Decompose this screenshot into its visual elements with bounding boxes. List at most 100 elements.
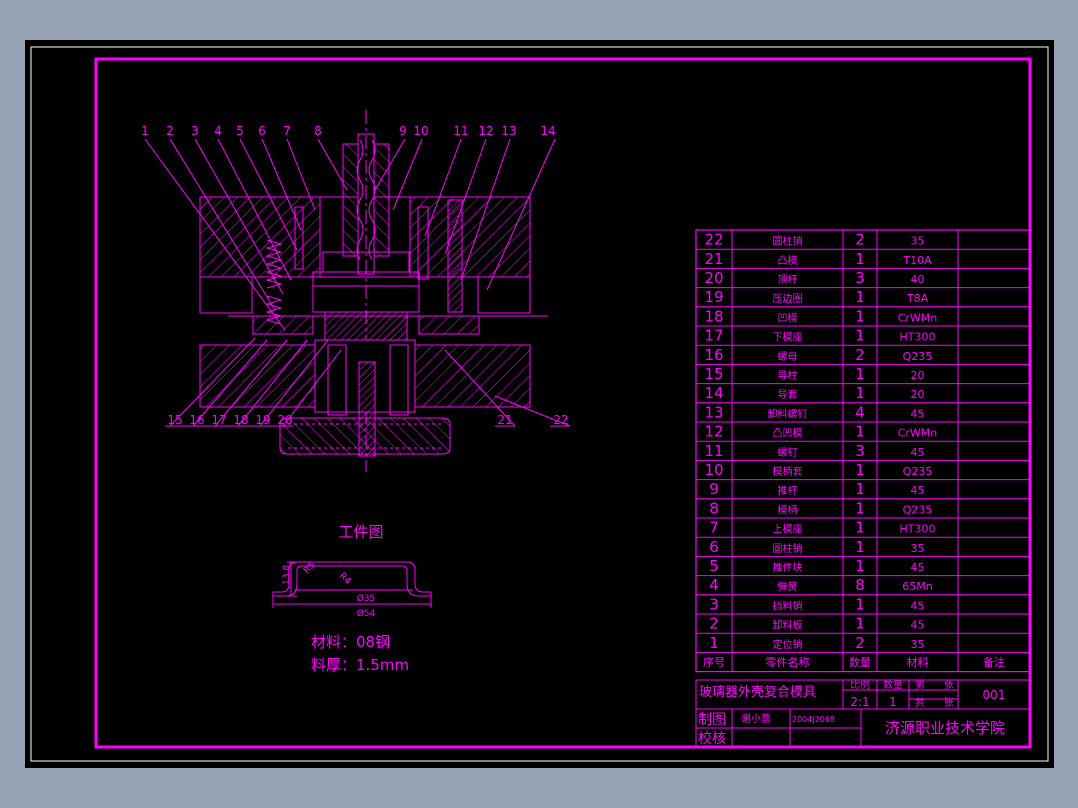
scale-value: 2:1 (850, 695, 869, 709)
callout-11: 11 (453, 124, 468, 138)
bom-qty-8: 1 (855, 499, 865, 517)
callout-19: 19 (255, 413, 270, 427)
callout-20: 20 (277, 413, 292, 427)
bom-name-5: 推件块 (773, 561, 803, 574)
bom-no-6: 6 (709, 538, 719, 556)
bom-material-11: 45 (911, 446, 925, 459)
callout-2: 2 (166, 124, 174, 138)
bom-name-16: 螺母 (778, 351, 798, 363)
bom-header-no: 序号 (703, 655, 725, 669)
bom-material-2: 45 (911, 619, 925, 632)
bom-no-8: 8 (709, 499, 719, 517)
callout-5: 5 (236, 124, 244, 138)
bom-qty-10: 1 (855, 461, 865, 479)
qty-label: 数量 (883, 678, 903, 691)
bom-material-3: 45 (911, 599, 925, 612)
callout-13: 13 (501, 124, 516, 138)
bom-qty-7: 1 (855, 519, 865, 537)
bom-material-17: HT300 (900, 331, 936, 344)
bom-no-19: 19 (704, 288, 723, 306)
bom-no-4: 4 (709, 576, 719, 594)
callout-16: 16 (189, 413, 204, 427)
bom-name-21: 凸模 (778, 255, 798, 267)
bom-qty-17: 1 (855, 327, 865, 345)
bom-material-12: CrWMn (898, 427, 938, 440)
bill-of-materials: 22 圆柱销 2 3521 凸模 1 T10A20 顶杆 3 4019 压边圈 1 T8A18 凹模 1 Cr… (695, 229, 1031, 673)
rubber-buffer (279, 417, 451, 455)
bom-name-15: 导柱 (778, 369, 798, 382)
callout-3: 3 (191, 124, 199, 138)
drawing-sheet: 1 2 3 4 5 6 7 8 9 10 11 12 13 14 15 16 17 18 19 20 21 22 工件图 … (25, 40, 1054, 768)
bom-name-14: 导套 (778, 388, 798, 401)
material-note: 材料：08钢 (311, 633, 390, 651)
bom-name-18: 凹模 (778, 312, 798, 324)
bom-no-15: 15 (704, 365, 723, 383)
bom-name-11: 螺钉 (778, 447, 798, 459)
bom-name-19: 压边圈 (773, 293, 803, 305)
bom-no-3: 3 (709, 595, 719, 613)
guide-bushing (447, 199, 463, 313)
dim-d2: Ø54 (357, 608, 376, 619)
bom-no-5: 5 (709, 557, 719, 575)
bom-material-18: CrWMn (898, 311, 938, 324)
bom-no-22: 22 (704, 231, 723, 249)
bom-name-3: 挡料销 (773, 599, 803, 612)
dim-r2: R4 (337, 571, 353, 587)
bom-qty-6: 1 (855, 538, 865, 556)
callout-4: 4 (214, 124, 222, 138)
bom-header-qty: 数量 (849, 656, 871, 669)
bom-qty-1: 2 (855, 634, 865, 652)
bom-material-21: T10A (902, 254, 932, 267)
dim-d1: Ø35 (357, 593, 376, 604)
callout-9: 9 (399, 124, 407, 138)
bom-no-2: 2 (709, 615, 719, 633)
bom-no-14: 14 (704, 384, 723, 402)
callout-7: 7 (283, 124, 291, 138)
bom-no-7: 7 (709, 519, 719, 537)
bom-material-10: Q235 (903, 465, 933, 478)
stripper-left (252, 315, 314, 335)
callout-17: 17 (211, 413, 226, 427)
callout-12: 12 (478, 124, 493, 138)
callout-22: 22 (553, 413, 568, 427)
workpiece-drawing (272, 561, 432, 608)
bom-name-9: 推杆 (778, 484, 798, 497)
bom-no-18: 18 (704, 307, 723, 325)
bom-qty-12: 1 (855, 423, 865, 441)
bom-material-22: 35 (911, 235, 925, 248)
bom-material-1: 35 (911, 638, 925, 651)
callout-1: 1 (141, 124, 149, 138)
sheet-label: 第 (915, 678, 925, 691)
total-unit: 张 (944, 697, 954, 709)
bom-material-9: 45 (911, 484, 925, 497)
bom-material-16: Q235 (903, 350, 933, 363)
bom-material-20: 40 (911, 273, 925, 286)
bom-no-12: 12 (704, 423, 723, 441)
dim-r1: R5 (302, 561, 318, 577)
sheet-unit: 张 (944, 679, 954, 691)
bom-name-10: 模柄套 (773, 465, 803, 478)
qty-value: 1 (889, 695, 897, 709)
bom-name-1: 定位销 (773, 638, 803, 651)
bom-name-20: 顶杆 (778, 274, 798, 286)
bom-name-4: 弹簧 (778, 580, 798, 593)
bom-name-7: 上模座 (773, 523, 803, 536)
bom-qty-11: 3 (855, 442, 865, 460)
bom-header-name: 零件名称 (766, 655, 810, 669)
drawn-label: 制图 (698, 712, 726, 728)
bom-material-15: 20 (911, 369, 925, 382)
bom-qty-14: 1 (855, 384, 865, 402)
callout-18: 18 (233, 413, 248, 427)
callout-8: 8 (314, 124, 322, 138)
total-label: 共 (915, 697, 925, 709)
bom-material-6: 35 (911, 542, 925, 555)
drawn-name: 谢小蕾 (741, 712, 771, 725)
bom-no-11: 11 (704, 442, 723, 460)
bom-qty-18: 1 (855, 307, 865, 325)
bom-qty-3: 1 (855, 595, 865, 613)
workpiece-title: 工件图 (338, 523, 383, 541)
bom-material-7: HT300 (900, 523, 936, 536)
bom-qty-9: 1 (855, 480, 865, 498)
bom-name-12: 凸凹模 (773, 428, 803, 440)
bom-no-10: 10 (704, 461, 723, 479)
